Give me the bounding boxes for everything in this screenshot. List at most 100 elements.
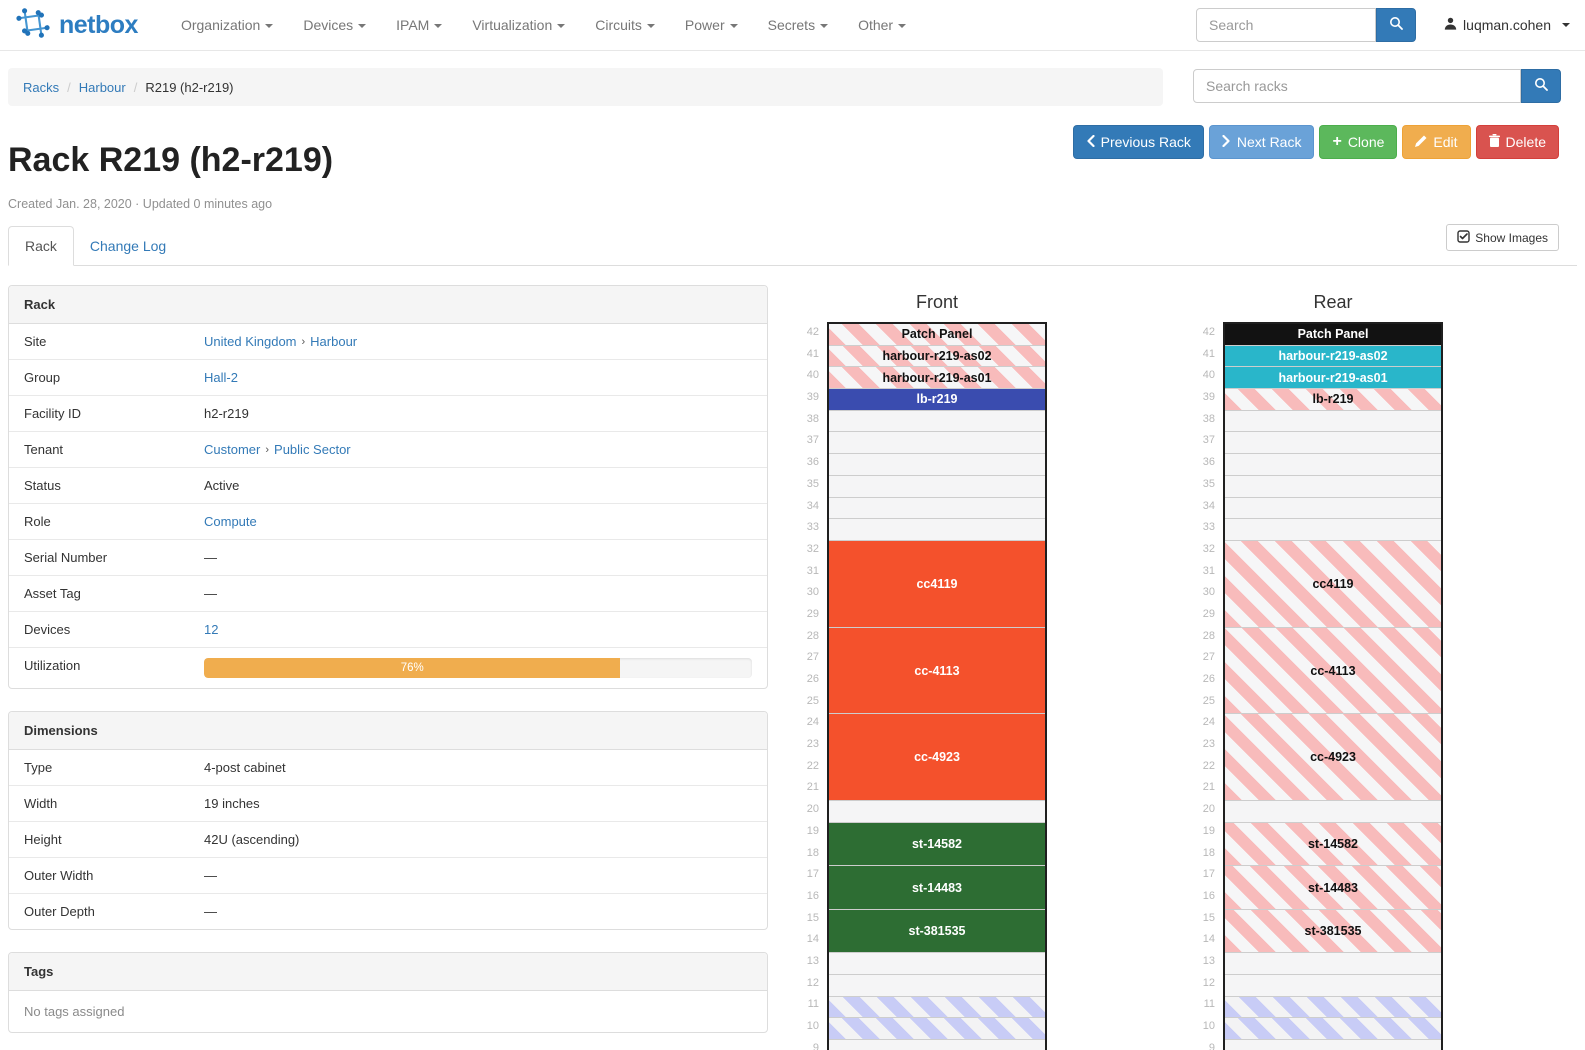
- search-icon: [1389, 16, 1403, 35]
- nav-menu-item-circuits[interactable]: Circuits: [580, 17, 670, 33]
- value-text: 4-post cabinet: [204, 760, 286, 775]
- empty-slot: [829, 1040, 1045, 1050]
- clone-button[interactable]: + Clone: [1319, 125, 1397, 159]
- nav-menu-item-organization[interactable]: Organization: [166, 17, 288, 33]
- rack-search-button[interactable]: [1521, 69, 1561, 103]
- device-slot[interactable]: st-14483: [829, 866, 1045, 909]
- device-slot[interactable]: st-381535: [1225, 910, 1441, 953]
- rack-panel: Rack SiteUnited Kingdom›HarbourGroupHall…: [8, 285, 768, 689]
- row-value: United Kingdom›Harbour: [204, 324, 767, 359]
- value-link[interactable]: 12: [204, 622, 218, 637]
- device-slot[interactable]: lb-r219: [829, 389, 1045, 411]
- unit-number: 33: [1185, 517, 1215, 539]
- unit-number: 39: [789, 387, 819, 409]
- rack-search-input[interactable]: [1193, 69, 1521, 103]
- unit-number: 17: [1185, 864, 1215, 886]
- utilization-bar: 76%: [204, 658, 752, 678]
- device-slot[interactable]: st-381535: [829, 910, 1045, 953]
- row-label: Facility ID: [9, 396, 204, 431]
- unit-number: 32: [789, 539, 819, 561]
- value-text: —: [204, 904, 217, 919]
- tab-bar: Rack Change Log: [8, 225, 1577, 266]
- value-link[interactable]: Harbour: [310, 334, 357, 349]
- show-images-button[interactable]: Show Images: [1446, 224, 1559, 251]
- table-row: Devices12: [9, 611, 767, 647]
- rear-elevation-title: Rear: [1223, 292, 1443, 313]
- unit-number: 23: [789, 734, 819, 756]
- chevron-down-icon: [647, 24, 655, 28]
- device-slot[interactable]: cc-4113: [1225, 628, 1441, 715]
- device-slot[interactable]: Patch Panel: [829, 324, 1045, 346]
- unit-number: 16: [789, 886, 819, 908]
- empty-slot: [1225, 953, 1441, 975]
- unit-number: 10: [789, 1016, 819, 1038]
- device-slot[interactable]: harbour-r219-as02: [1225, 346, 1441, 368]
- unit-number: 12: [789, 973, 819, 995]
- rack-panel-header: Rack: [9, 286, 767, 324]
- value-link[interactable]: Customer: [204, 442, 260, 457]
- tab-rack[interactable]: Rack: [8, 226, 74, 266]
- device-slot[interactable]: Patch Panel: [1225, 324, 1441, 346]
- table-row: Serial Number—: [9, 539, 767, 575]
- device-slot[interactable]: harbour-r219-as01: [1225, 367, 1441, 389]
- empty-slot: [829, 953, 1045, 975]
- previous-rack-button[interactable]: Previous Rack: [1073, 125, 1204, 159]
- device-slot[interactable]: st-14582: [1225, 823, 1441, 866]
- device-label: cc-4923: [914, 750, 960, 764]
- empty-slot: [1225, 411, 1441, 433]
- breadcrumb-item[interactable]: Harbour: [79, 80, 126, 95]
- rear-elevation: Rear 42414039383736353433323130292827262…: [1185, 292, 1443, 1050]
- global-search-input[interactable]: [1196, 8, 1376, 42]
- row-label: Serial Number: [9, 540, 204, 575]
- device-slot[interactable]: cc-4113: [829, 628, 1045, 715]
- empty-slot: [829, 411, 1045, 433]
- user-menu[interactable]: luqman.cohen: [1444, 17, 1570, 33]
- device-slot[interactable]: cc-4923: [829, 714, 1045, 801]
- utilization-text: 76%: [401, 662, 424, 674]
- value-link[interactable]: Public Sector: [274, 442, 351, 457]
- device-slot[interactable]: harbour-r219-as01: [829, 367, 1045, 389]
- row-label: Utilization: [9, 648, 204, 688]
- value-link[interactable]: Hall-2: [204, 370, 238, 385]
- device-slot[interactable]: cc4119: [829, 541, 1045, 628]
- device-slot[interactable]: harbour-r219-as02: [829, 346, 1045, 368]
- table-row: Outer Width—: [9, 857, 767, 893]
- nav-menu-item-devices[interactable]: Devices: [288, 17, 381, 33]
- netbox-brand[interactable]: netbox: [15, 5, 138, 46]
- edit-button[interactable]: Edit: [1402, 125, 1470, 159]
- nav-menu-item-ipam[interactable]: IPAM: [381, 17, 457, 33]
- device-slot[interactable]: st-14582: [829, 823, 1045, 866]
- unit-number: 13: [789, 951, 819, 973]
- delete-button[interactable]: Delete: [1476, 125, 1559, 159]
- nav-menu-item-virtualization[interactable]: Virtualization: [457, 17, 580, 33]
- row-value: 76%: [204, 648, 767, 688]
- nav-menu-item-other[interactable]: Other: [843, 17, 921, 33]
- unit-number: 18: [1185, 843, 1215, 865]
- reserved-slot: [829, 1018, 1045, 1040]
- device-slot[interactable]: st-14483: [1225, 866, 1441, 909]
- unit-number: 9: [1185, 1038, 1215, 1050]
- dimensions-panel-header: Dimensions: [9, 712, 767, 750]
- unit-number: 26: [1185, 669, 1215, 691]
- device-slot[interactable]: cc-4923: [1225, 714, 1441, 801]
- nav-menu-item-power[interactable]: Power: [670, 17, 753, 33]
- unit-number: 19: [1185, 821, 1215, 843]
- next-rack-button[interactable]: Next Rack: [1209, 125, 1315, 159]
- breadcrumb-item[interactable]: Racks: [23, 80, 59, 95]
- tab-change-log[interactable]: Change Log: [74, 227, 182, 265]
- value-text: —: [204, 550, 217, 565]
- global-search-button[interactable]: [1376, 8, 1416, 42]
- unit-number: 30: [789, 582, 819, 604]
- device-slot[interactable]: cc4119: [1225, 541, 1441, 628]
- unit-number: 42: [789, 322, 819, 344]
- device-slot[interactable]: lb-r219: [1225, 389, 1441, 411]
- value-link[interactable]: United Kingdom: [204, 334, 297, 349]
- unit-number: 25: [1185, 691, 1215, 713]
- row-value: 12: [204, 612, 767, 647]
- empty-slot: [1225, 454, 1441, 476]
- unit-number: 34: [1185, 496, 1215, 518]
- empty-slot: [1225, 975, 1441, 997]
- value-link[interactable]: Compute: [204, 514, 257, 529]
- nav-menu-item-secrets[interactable]: Secrets: [753, 17, 843, 33]
- unit-number: 27: [1185, 647, 1215, 669]
